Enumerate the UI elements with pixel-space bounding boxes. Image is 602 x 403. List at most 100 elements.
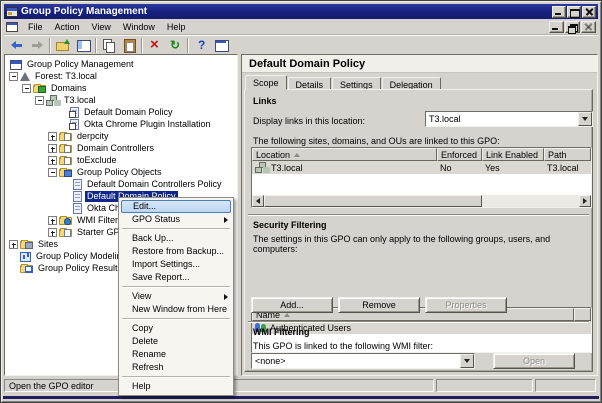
menubar-item-view[interactable]: View: [86, 21, 117, 33]
wmi-filter-combobox[interactable]: <none>: [251, 353, 475, 369]
context-menu-item-gpo-status[interactable]: GPO Status: [120, 213, 232, 226]
tree-item-toexclude[interactable]: toExclude: [5, 154, 237, 166]
main-area: Group Policy ManagementForest: T3.localD…: [4, 54, 598, 376]
tree-item-group-policy-objects[interactable]: Group Policy Objects: [5, 166, 237, 178]
window-title: Group Policy Management: [21, 6, 551, 17]
tree-item-domains[interactable]: Domains: [5, 82, 237, 94]
links-table-body: T3.localNoYesT3.local: [252, 161, 591, 174]
tree-item-group-policy-management[interactable]: Group Policy Management: [5, 58, 237, 70]
new-window-icon-button[interactable]: [211, 37, 231, 54]
context-menu-item-rename[interactable]: Rename: [120, 348, 232, 361]
gpo-link-icon: [70, 107, 79, 118]
tree-item-okta-chrome-plugin-installation[interactable]: Okta Chrome Plugin Installation: [5, 118, 237, 130]
links-heading: Links: [253, 96, 277, 106]
menubar-item-window[interactable]: Window: [117, 21, 161, 33]
expand-icon[interactable]: [48, 228, 57, 237]
context-menu-item-save-report[interactable]: Save Report...: [120, 271, 232, 284]
column-header-label: Enforced: [441, 150, 477, 160]
domain-icon: [255, 162, 268, 173]
remove-button[interactable]: Remove: [338, 297, 420, 313]
menu-item-label: Back Up...: [132, 233, 174, 243]
chevron-down-icon[interactable]: [460, 354, 474, 368]
properties-button[interactable]: Properties: [425, 297, 507, 313]
table-row-t3-local[interactable]: T3.localNoYesT3.local: [252, 161, 591, 174]
wmi-filter-value: <none>: [252, 356, 460, 366]
context-menu-item-back-up[interactable]: Back Up...: [120, 232, 232, 245]
scrollbar-thumb[interactable]: [264, 195, 482, 207]
cell-value: T3.local: [271, 163, 303, 173]
column-header-enforced[interactable]: Enforced: [437, 148, 482, 161]
scroll-right-icon[interactable]: [579, 195, 591, 207]
menu-item-label: Rename: [132, 349, 166, 359]
menubar-item-file[interactable]: File: [22, 21, 49, 33]
help-icon-button[interactable]: [191, 37, 211, 54]
context-menu-item-copy[interactable]: Copy: [120, 322, 232, 335]
tree-item-default-domain-controllers-policy[interactable]: Default Domain Controllers Policy: [5, 178, 237, 190]
context-menu-item-new-window-from-here[interactable]: New Window from Here: [120, 303, 232, 316]
show-console-tree-icon: [76, 39, 90, 51]
tree-item-default-domain-policy[interactable]: Default Domain Policy: [5, 106, 237, 118]
security-filtering-heading: Security Filtering: [253, 220, 327, 230]
mdi-minimize-button[interactable]: [549, 21, 564, 33]
minimize-button[interactable]: [552, 6, 566, 18]
context-menu-item-edit[interactable]: Edit...: [121, 200, 231, 213]
gpo-icon: [73, 191, 82, 202]
mdi-child-icon[interactable]: [6, 22, 18, 32]
expand-icon[interactable]: [48, 144, 57, 153]
collapse-icon[interactable]: [22, 84, 31, 93]
maximize-button[interactable]: [567, 6, 581, 18]
cell-value: Yes: [485, 163, 500, 173]
expand-icon[interactable]: [48, 156, 57, 165]
scroll-left-icon[interactable]: [252, 195, 264, 207]
tree-item-label: toExclude: [75, 155, 119, 166]
links-description: The following sites, domains, and OUs ar…: [253, 136, 500, 146]
expand-icon[interactable]: [48, 132, 57, 141]
expand-icon[interactable]: [9, 240, 18, 249]
copy-icon-button[interactable]: [99, 37, 119, 54]
show-console-tree-icon-button[interactable]: [73, 37, 93, 54]
copy-icon: [102, 39, 116, 51]
context-menu-item-restore-from-backup[interactable]: Restore from Backup...: [120, 245, 232, 258]
links-horizontal-scrollbar[interactable]: [252, 195, 591, 207]
context-menu-item-refresh[interactable]: Refresh: [120, 361, 232, 374]
column-header-link-enabled[interactable]: Link Enabled: [482, 148, 544, 161]
tree-item-label: Group Policy Results: [36, 263, 124, 274]
context-menu-item-help[interactable]: Help: [120, 380, 232, 393]
up-one-level-icon-button[interactable]: [53, 37, 73, 54]
menubar-item-action[interactable]: Action: [49, 21, 86, 33]
column-header-label: Link Enabled: [486, 150, 538, 160]
delete-icon-button[interactable]: [145, 37, 165, 54]
column-header-path[interactable]: Path: [544, 148, 591, 161]
column-header-location[interactable]: Location: [252, 148, 437, 161]
expand-icon[interactable]: [48, 216, 57, 225]
menubar-item-help[interactable]: Help: [161, 21, 192, 33]
mdi-close-button[interactable]: [581, 21, 596, 33]
tree-item-t3-local[interactable]: T3.local: [5, 94, 237, 106]
display-links-combobox[interactable]: T3.local: [425, 111, 593, 127]
gpo-tabs: ScopeDetailsSettingsDelegation: [245, 75, 442, 90]
toolbar-separator: [95, 38, 97, 53]
context-menu-item-import-settings[interactable]: Import Settings...: [120, 258, 232, 271]
chevron-down-icon[interactable]: [578, 112, 592, 126]
submenu-arrow-icon: [224, 217, 228, 223]
result-pane: Default Domain Policy ScopeDetailsSettin…: [241, 54, 598, 376]
context-menu-item-delete[interactable]: Delete: [120, 335, 232, 348]
close-button[interactable]: [582, 6, 596, 18]
collapse-icon[interactable]: [35, 96, 44, 105]
back-icon-button[interactable]: [7, 37, 27, 54]
refresh-icon-button[interactable]: [165, 37, 185, 54]
context-menu-item-view[interactable]: View: [120, 290, 232, 303]
tree-item-derpcity[interactable]: derpcity: [5, 130, 237, 142]
tree-item-forest-t3-local[interactable]: Forest: T3.local: [5, 70, 237, 82]
forward-icon-button[interactable]: [27, 37, 47, 54]
mdi-restore-button[interactable]: [565, 21, 580, 33]
collapse-icon[interactable]: [48, 168, 57, 177]
tab-scope[interactable]: Scope: [245, 75, 287, 90]
add-button[interactable]: Add...: [251, 297, 333, 313]
domain-icon: [46, 95, 59, 106]
collapse-icon[interactable]: [9, 72, 18, 81]
status-segment: [535, 379, 596, 392]
paste-icon-button[interactable]: [119, 37, 139, 54]
tree-item-domain-controllers[interactable]: Domain Controllers: [5, 142, 237, 154]
open-button[interactable]: Open: [493, 353, 575, 369]
